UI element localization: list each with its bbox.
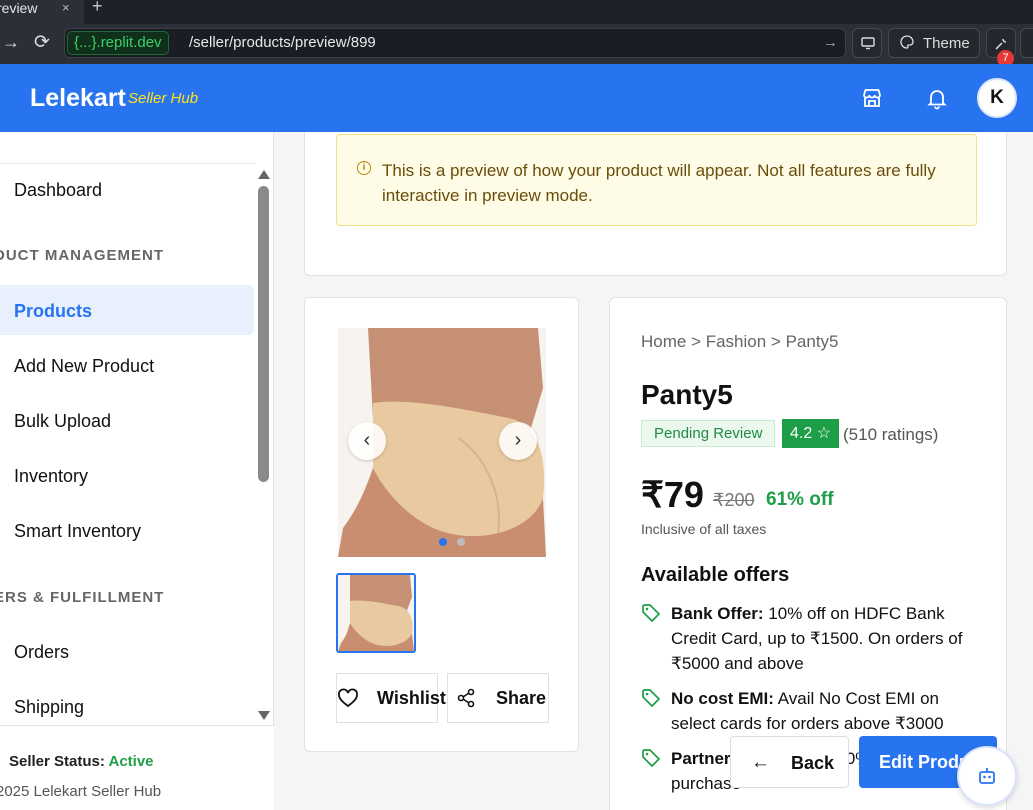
robot-icon xyxy=(979,768,995,784)
share-icon xyxy=(457,688,475,708)
theme-label: Theme xyxy=(923,35,970,52)
sidebar-divider xyxy=(0,163,256,164)
url-host-badge: {...}.replit.dev xyxy=(67,31,169,55)
product-details-card: Home > Fashion > Panty5 Panty5 Pending R… xyxy=(609,297,1007,810)
preview-notice: i This is a preview of how your product … xyxy=(336,134,977,226)
sidebar-item-bulk-upload[interactable]: Bulk Upload xyxy=(14,411,111,432)
share-label: Share xyxy=(496,688,547,708)
sidebar-section-orders-fulfillment: ERS & FULFILLMENT xyxy=(0,589,165,606)
brand-subtitle: Seller Hub xyxy=(128,90,199,107)
carousel-dot-active[interactable] xyxy=(439,538,447,546)
tab-title: review xyxy=(0,0,38,16)
sidebar-item-orders[interactable]: Orders xyxy=(14,642,69,663)
rating-count: (510 ratings) xyxy=(843,425,939,444)
scroll-down-arrow[interactable] xyxy=(258,711,270,720)
product-title: Panty5 xyxy=(641,379,733,410)
sidebar-item-inventory[interactable]: Inventory xyxy=(14,466,88,487)
sidebar-item-add-new-product[interactable]: Add New Product xyxy=(14,356,154,377)
status-badge: Pending Review xyxy=(641,420,776,447)
url-path: /seller/products/preview/899 xyxy=(189,34,376,51)
discount-label: 61% off xyxy=(766,489,834,510)
copyright-text: 2025 Lelekart Seller Hub xyxy=(0,783,162,800)
tag-icon xyxy=(642,604,661,623)
app-header: Lelekart Seller Hub K xyxy=(0,64,1033,132)
browser-tab[interactable]: review × xyxy=(0,0,84,24)
theme-button[interactable]: Theme xyxy=(888,28,980,58)
wishlist-label: Wishlist xyxy=(377,688,446,708)
arrow-left-icon: ← xyxy=(751,752,770,773)
preview-notice-text: This is a preview of how your product wi… xyxy=(382,161,936,205)
extra-button[interactable] xyxy=(1020,28,1033,58)
scroll-up-arrow[interactable] xyxy=(258,170,270,179)
tag-icon xyxy=(642,749,661,768)
carousel-dot[interactable] xyxy=(457,538,465,546)
seller-status: Seller Status: Active xyxy=(9,753,154,770)
forward-icon[interactable]: → xyxy=(2,32,20,53)
go-arrow-icon[interactable]: → xyxy=(823,34,838,51)
sidebar: Dashboard DUCT MANAGEMENT Products Add N… xyxy=(0,132,274,810)
sidebar-item-shipping[interactable]: Shipping xyxy=(14,697,84,718)
wishlist-button[interactable]: Wishlist xyxy=(336,673,446,723)
offer-title: Partner xyxy=(671,749,731,768)
store-icon[interactable] xyxy=(860,86,884,110)
url-field[interactable]: {...}.replit.dev /seller/products/previe… xyxy=(64,28,846,58)
rating-badge: 4.2 ☆ xyxy=(782,419,840,448)
sidebar-item-dashboard[interactable]: Dashboard xyxy=(14,180,102,201)
palette-icon xyxy=(900,35,914,49)
product-thumbnail[interactable] xyxy=(336,573,416,653)
product-main-image: ‹ › xyxy=(338,328,546,557)
close-tab-icon[interactable]: × xyxy=(62,0,70,15)
back-label: Back xyxy=(791,753,835,773)
info-icon: i xyxy=(357,161,371,175)
offer-title: Bank Offer: xyxy=(671,604,764,623)
offers-heading: Available offers xyxy=(641,564,790,586)
product-mrp: ₹200 xyxy=(713,490,755,510)
product-price: ₹79 xyxy=(641,474,704,515)
heart-icon xyxy=(338,688,358,708)
sidebar-section-product-management: DUCT MANAGEMENT xyxy=(0,247,164,264)
share-button[interactable]: Share xyxy=(447,673,549,723)
tax-note: Inclusive of all taxes xyxy=(641,521,767,537)
brand-logo[interactable]: Lelekart xyxy=(30,84,126,113)
seller-status-value: Active xyxy=(108,753,154,770)
avatar[interactable]: K xyxy=(977,78,1017,118)
new-tab-icon[interactable]: + xyxy=(92,0,103,17)
offer-text: Bank Offer: 10% off on HDFC Bank Credit … xyxy=(671,601,971,676)
browser-tab-bar: review × + xyxy=(0,0,1033,24)
assistant-bot-button[interactable] xyxy=(957,746,1017,806)
seller-status-label: Seller Status: xyxy=(9,753,105,770)
product-gallery-card: ‹ › Wishlist Share xyxy=(304,297,579,752)
browser-address-bar: → ⟳ {...}.replit.dev /seller/products/pr… xyxy=(0,24,1033,67)
preview-notice-card: i This is a preview of how your product … xyxy=(304,132,1007,276)
previous-image-button[interactable]: ‹ xyxy=(348,422,386,460)
offer-text: No cost EMI: Avail No Cost EMI on select… xyxy=(671,686,971,736)
sidebar-item-products[interactable]: Products xyxy=(14,301,92,322)
offer-title: No cost EMI: xyxy=(671,689,774,708)
tag-icon xyxy=(642,689,661,708)
sidebar-item-smart-inventory[interactable]: Smart Inventory xyxy=(14,521,141,542)
monitor-icon xyxy=(861,37,875,50)
back-button[interactable]: ← Back xyxy=(730,736,849,788)
bell-icon[interactable] xyxy=(925,86,949,110)
reload-icon[interactable]: ⟳ xyxy=(34,31,50,54)
sidebar-footer: Seller Status: Active 2025 Lelekart Sell… xyxy=(0,725,274,810)
thumbnail-photo xyxy=(338,575,414,651)
sidebar-scrollbar-thumb[interactable] xyxy=(258,186,269,482)
device-preview-button[interactable] xyxy=(852,28,882,58)
breadcrumb[interactable]: Home > Fashion > Panty5 xyxy=(641,332,839,352)
next-image-button[interactable]: › xyxy=(499,422,537,460)
